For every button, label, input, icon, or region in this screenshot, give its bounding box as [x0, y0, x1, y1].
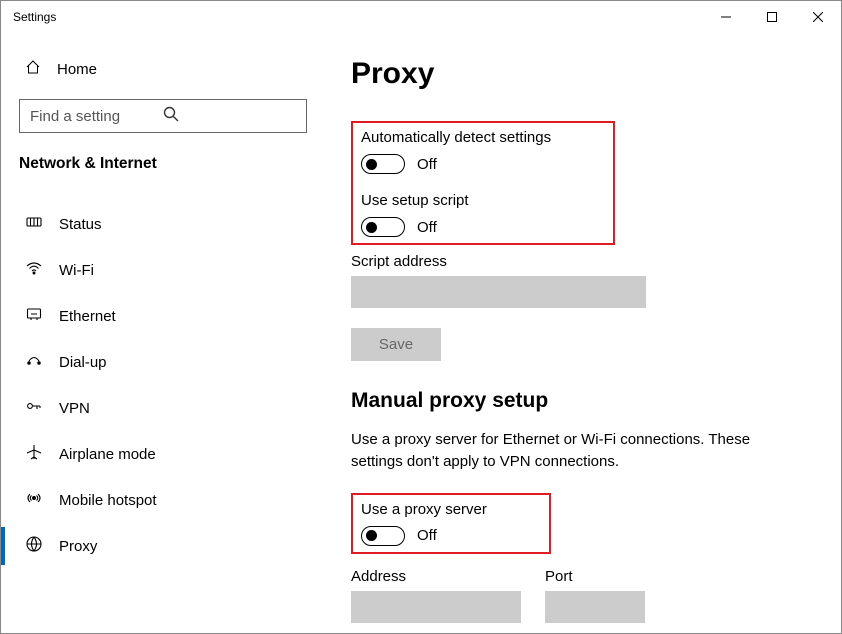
sidebar-item-ethernet[interactable]: Ethernet: [1, 293, 321, 339]
port-label: Port: [545, 568, 645, 585]
content-panel: Proxy Automatically detect settings Off …: [321, 33, 841, 633]
use-proxy-label: Use a proxy server: [361, 501, 487, 518]
status-icon: [25, 213, 43, 235]
sidebar: Home Find a setting Network & Internet S…: [1, 33, 321, 633]
use-proxy-toggle[interactable]: [361, 526, 405, 546]
address-input[interactable]: [351, 591, 521, 623]
script-address-label: Script address: [351, 253, 801, 270]
auto-detect-label: Automatically detect settings: [361, 129, 551, 146]
highlight-box-manual: Use a proxy server Off: [351, 493, 551, 554]
maximize-button[interactable]: [749, 1, 795, 33]
page-title: Proxy: [351, 57, 801, 91]
minimize-button[interactable]: [703, 1, 749, 33]
auto-detect-toggle[interactable]: [361, 154, 405, 174]
setup-script-state: Off: [417, 219, 437, 236]
setup-script-toggle[interactable]: [361, 217, 405, 237]
sidebar-item-airplane[interactable]: Airplane mode: [1, 431, 321, 477]
script-address-input[interactable]: [351, 276, 646, 308]
manual-setup-heading: Manual proxy setup: [351, 389, 801, 413]
sidebar-item-label: Dial-up: [59, 354, 107, 371]
search-placeholder: Find a setting: [30, 108, 163, 125]
close-button[interactable]: [795, 1, 841, 33]
airplane-icon: [25, 443, 43, 465]
proxy-icon: [25, 535, 43, 557]
wifi-icon: [25, 259, 43, 281]
sidebar-item-label: Wi-Fi: [59, 262, 94, 279]
hotspot-icon: [25, 489, 43, 511]
search-input[interactable]: Find a setting: [19, 99, 307, 133]
title-bar: Settings: [1, 1, 841, 33]
vpn-icon: [25, 397, 43, 419]
setup-script-label: Use setup script: [361, 192, 551, 209]
home-link[interactable]: Home: [1, 53, 321, 89]
sidebar-item-label: Airplane mode: [59, 446, 156, 463]
home-label: Home: [57, 61, 97, 78]
sidebar-item-label: VPN: [59, 400, 90, 417]
sidebar-item-label: Mobile hotspot: [59, 492, 157, 509]
sidebar-item-label: Ethernet: [59, 308, 116, 325]
auto-detect-state: Off: [417, 156, 437, 173]
sidebar-item-label: Status: [59, 216, 102, 233]
dialup-icon: [25, 351, 43, 373]
home-icon: [25, 59, 41, 79]
window-title: Settings: [13, 10, 56, 24]
manual-setup-description: Use a proxy server for Ethernet or Wi-Fi…: [351, 429, 781, 473]
sidebar-item-vpn[interactable]: VPN: [1, 385, 321, 431]
port-input[interactable]: [545, 591, 645, 623]
use-proxy-state: Off: [417, 527, 437, 544]
settings-window: Settings Home Find a setting: [0, 0, 842, 634]
address-label: Address: [351, 568, 521, 585]
sidebar-item-status[interactable]: Status: [1, 201, 321, 247]
sidebar-item-label: Proxy: [59, 538, 97, 555]
sidebar-section-title: Network & Internet: [1, 151, 321, 183]
highlight-box-auto: Automatically detect settings Off Use se…: [351, 121, 615, 245]
ethernet-icon: [25, 305, 43, 327]
search-icon: [163, 106, 296, 126]
sidebar-nav: Status Wi-Fi Ethernet: [1, 183, 321, 569]
address-port-row: Address Port: [351, 560, 801, 623]
sidebar-item-wifi[interactable]: Wi-Fi: [1, 247, 321, 293]
save-button[interactable]: Save: [351, 328, 441, 361]
sidebar-item-proxy[interactable]: Proxy: [1, 523, 321, 569]
sidebar-item-dialup[interactable]: Dial-up: [1, 339, 321, 385]
sidebar-item-hotspot[interactable]: Mobile hotspot: [1, 477, 321, 523]
